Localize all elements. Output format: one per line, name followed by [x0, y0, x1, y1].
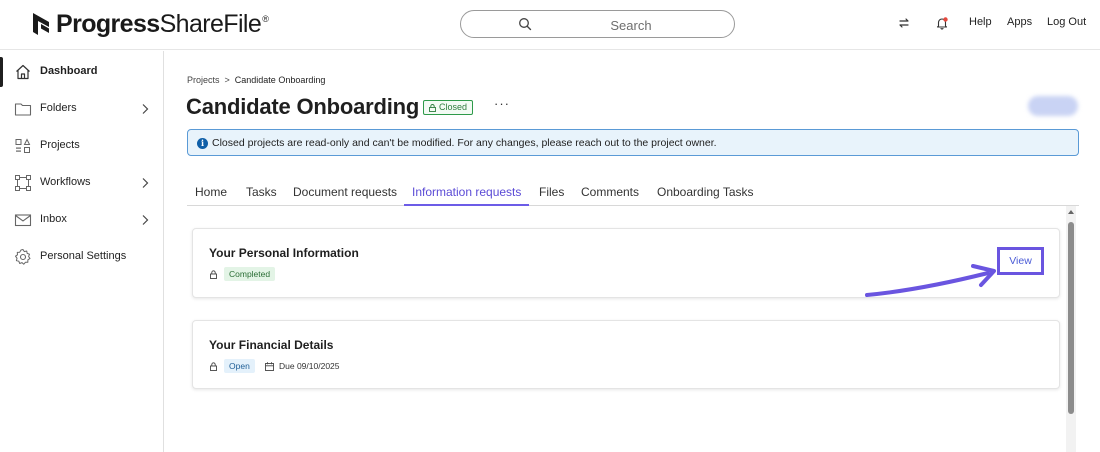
breadcrumb: Projects > Candidate Onboarding: [187, 75, 325, 85]
breadcrumb-projects-link[interactable]: Projects: [187, 75, 220, 85]
progress-sharefile-logo[interactable]: ProgressShareFile®: [30, 9, 269, 39]
help-link[interactable]: Help: [969, 16, 992, 28]
tab-information-requests[interactable]: Information requests: [412, 185, 521, 199]
alert-text: Closed projects are read-only and can't …: [212, 137, 717, 149]
sidebar-item-label: Folders: [40, 102, 77, 114]
sidebar-item-label: Workflows: [40, 176, 91, 188]
lock-icon: [429, 103, 436, 112]
bell-icon[interactable]: [935, 16, 949, 30]
sidebar-item-label: Projects: [40, 139, 80, 151]
folder-icon: [14, 103, 32, 116]
logo-text: ProgressShareFile®: [56, 9, 269, 38]
inbox-icon: [14, 214, 32, 227]
search-icon: [519, 18, 532, 31]
tab-files[interactable]: Files: [539, 185, 564, 199]
switch-arrows-icon[interactable]: [897, 16, 911, 30]
info-icon: i: [197, 138, 208, 149]
status-badge-label: Closed: [439, 102, 468, 112]
chevron-right-icon: [142, 215, 149, 225]
request-title: Your Financial Details: [209, 338, 334, 352]
lock-icon: [210, 362, 217, 371]
tab-tasks[interactable]: Tasks: [246, 185, 277, 199]
more-options-button[interactable]: ···: [494, 97, 510, 114]
active-tab-indicator: [404, 204, 529, 206]
tab-onboarding-tasks[interactable]: Onboarding Tasks: [657, 185, 754, 199]
scrollbar-thumb[interactable]: [1068, 222, 1074, 414]
request-title: Your Personal Information: [209, 246, 359, 260]
sidebar-item-personal-settings[interactable]: Personal Settings: [0, 240, 163, 274]
apps-link[interactable]: Apps: [1007, 16, 1032, 28]
sidebar-item-projects[interactable]: Projects: [0, 129, 163, 163]
page-title: Candidate Onboarding: [186, 94, 420, 119]
lock-icon: [210, 270, 217, 279]
read-only-alert: i Closed projects are read-only and can'…: [187, 129, 1079, 156]
request-card-financial-details[interactable]: Your Financial Details Open Due 09/10/20…: [192, 320, 1060, 389]
logout-link[interactable]: Log Out: [1047, 16, 1086, 28]
sidebar-item-label: Inbox: [40, 213, 67, 225]
tab-home[interactable]: Home: [195, 185, 227, 199]
home-icon: [16, 64, 30, 80]
project-tabs: Home Tasks Document requests Information…: [187, 178, 1079, 206]
breadcrumb-separator: >: [224, 75, 230, 85]
search-box[interactable]: [460, 10, 735, 38]
sidebar: Dashboard Folders Projects Workflows Inb…: [0, 51, 164, 452]
due-date: Due 09/10/2025: [279, 361, 340, 371]
scroll-up-arrow-icon[interactable]: [1067, 208, 1075, 216]
sidebar-item-folders[interactable]: Folders: [0, 92, 163, 126]
sidebar-item-inbox[interactable]: Inbox: [0, 203, 163, 237]
gear-icon: [15, 249, 31, 265]
sidebar-item-workflows[interactable]: Workflows: [0, 166, 163, 200]
calendar-icon: [265, 362, 274, 371]
status-pill-completed: Completed: [224, 267, 276, 281]
sidebar-item-label: Dashboard: [40, 65, 98, 77]
chevron-right-icon: [142, 104, 149, 114]
chevron-right-icon: [142, 178, 149, 188]
projects-icon: [15, 138, 31, 153]
sidebar-item-label: Personal Settings: [40, 250, 127, 262]
avatar[interactable]: [1028, 96, 1078, 116]
search-input[interactable]: [551, 15, 711, 35]
tab-document-requests[interactable]: Document requests: [293, 185, 397, 199]
status-badge: Closed: [423, 100, 474, 115]
workflows-icon: [15, 175, 31, 191]
annotation-arrow-icon: [865, 264, 996, 297]
breadcrumb-current: Candidate Onboarding: [234, 75, 326, 85]
tab-comments[interactable]: Comments: [581, 185, 639, 199]
top-header: ProgressShareFile® Help Apps Log Out: [0, 0, 1100, 50]
sidebar-item-dashboard[interactable]: Dashboard: [0, 55, 163, 89]
status-pill-open: Open: [224, 359, 255, 373]
progress-logo-icon: [33, 13, 49, 35]
